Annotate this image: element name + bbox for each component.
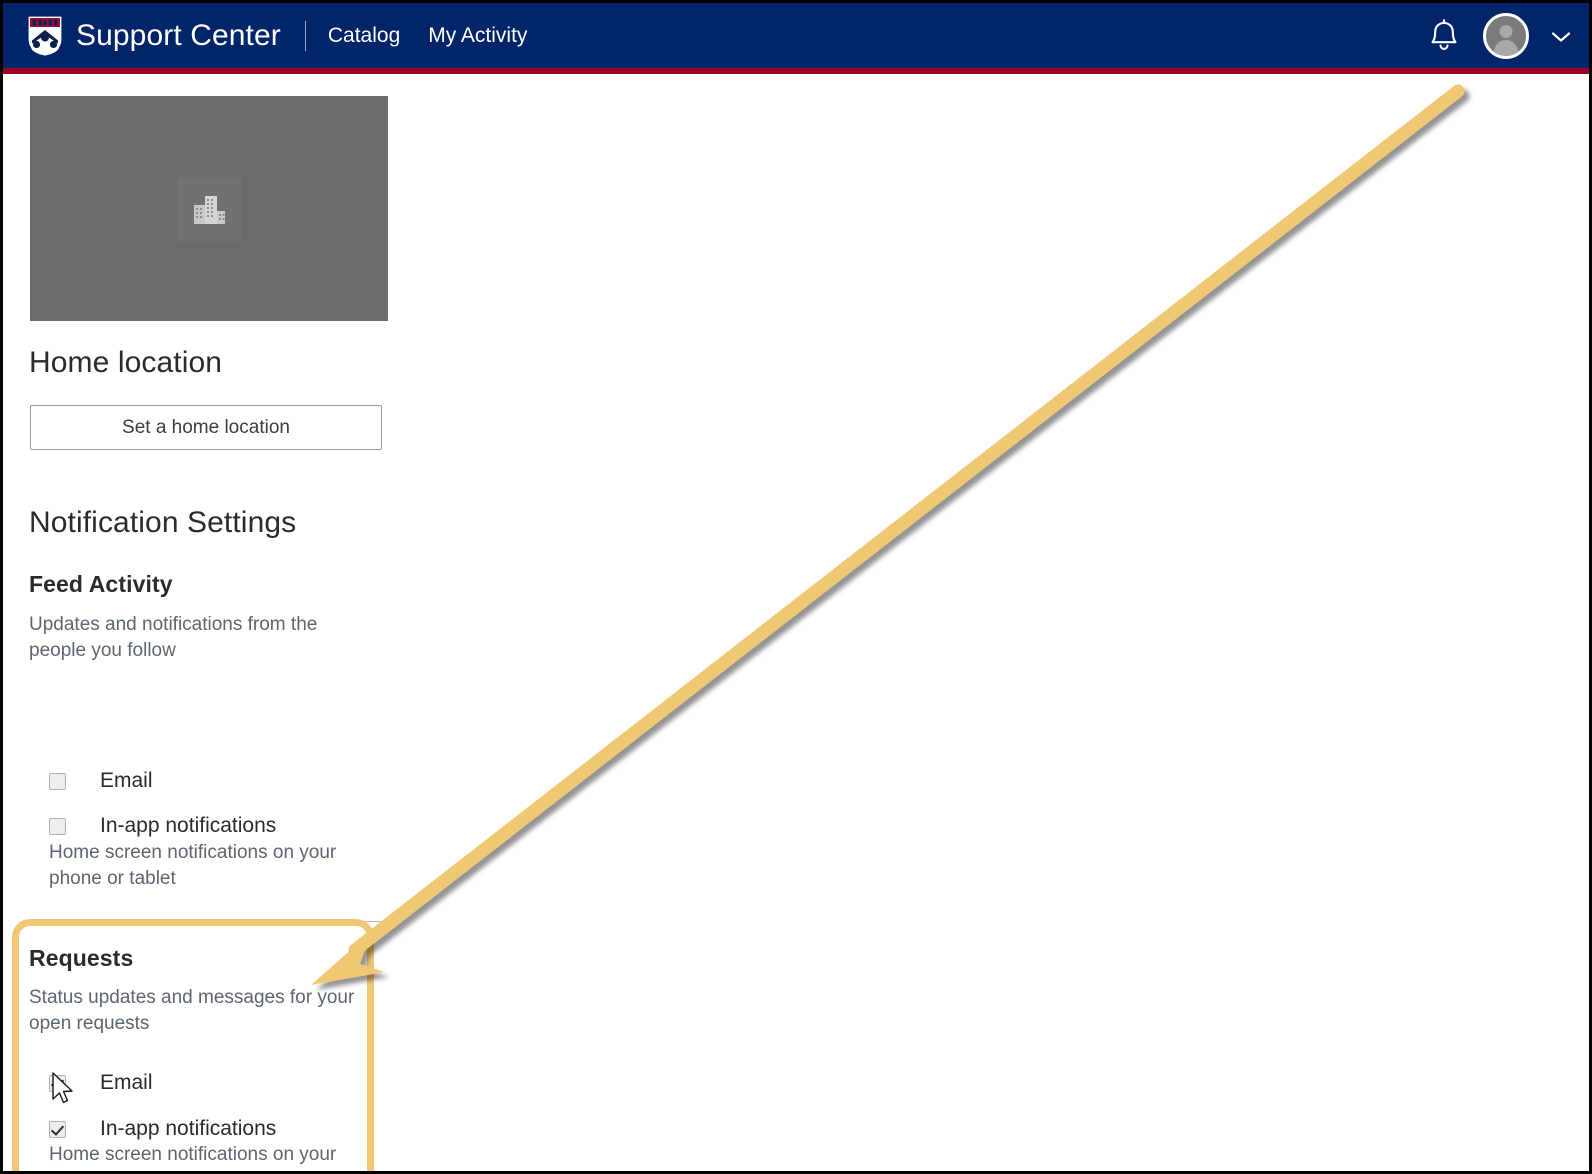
requests-description: Status updates and messages for your ope… <box>29 987 355 1034</box>
requests-email-label: Email <box>100 1071 153 1094</box>
feed-inapp-checkbox[interactable] <box>49 817 66 835</box>
page-title: Notification Settings <box>29 506 297 539</box>
feed-inapp-label: In-app notifications <box>100 814 277 837</box>
requests-inapp-label: In-app notifications <box>100 1117 277 1140</box>
requests-email-row[interactable]: Email <box>49 1071 153 1095</box>
chevron-down-icon[interactable] <box>1551 30 1571 42</box>
nav-catalog[interactable]: Catalog <box>328 24 400 48</box>
brand-title: Support Center <box>76 18 281 52</box>
feed-email-label: Email <box>100 769 153 792</box>
requests-heading: Requests <box>29 945 134 971</box>
avatar-body <box>1494 39 1518 56</box>
page-content: Home location Set a home location Notifi… <box>3 74 1589 1171</box>
feed-activity-description: Updates and notifications from the peopl… <box>29 614 318 661</box>
requests-inapp-description: Home screen notifications on your phone … <box>49 1144 337 1171</box>
browser-page: Support Center Catalog My Activity Home … <box>0 0 1592 1174</box>
feed-email-row[interactable]: Email <box>49 769 153 793</box>
header-actions <box>1427 12 1571 59</box>
feed-email-checkbox[interactable] <box>49 772 66 790</box>
feed-inapp-row[interactable]: In-app notifications <box>49 814 276 838</box>
header-divider <box>304 20 306 51</box>
app-header: Support Center Catalog My Activity <box>3 3 1589 68</box>
bell-icon[interactable] <box>1427 18 1461 54</box>
feed-inapp-description: Home screen notifications on your phone … <box>49 842 337 889</box>
section-divider <box>29 921 391 922</box>
home-location-title: Home location <box>29 346 223 379</box>
user-avatar-icon[interactable] <box>1483 12 1529 59</box>
main-nav: Catalog My Activity <box>328 24 528 48</box>
avatar-head <box>1499 24 1513 38</box>
penn-shield-logo <box>27 14 63 57</box>
requests-email-checkbox[interactable] <box>49 1074 66 1092</box>
feed-activity-heading: Feed Activity <box>29 571 173 597</box>
brand-block[interactable]: Support Center <box>27 14 281 57</box>
building-icon <box>177 176 241 241</box>
nav-my-activity[interactable]: My Activity <box>428 24 527 48</box>
requests-inapp-checkbox[interactable] <box>49 1120 66 1138</box>
profile-image-placeholder <box>30 96 388 321</box>
set-home-location-button[interactable]: Set a home location <box>30 405 382 450</box>
requests-inapp-row[interactable]: In-app notifications <box>49 1117 276 1141</box>
